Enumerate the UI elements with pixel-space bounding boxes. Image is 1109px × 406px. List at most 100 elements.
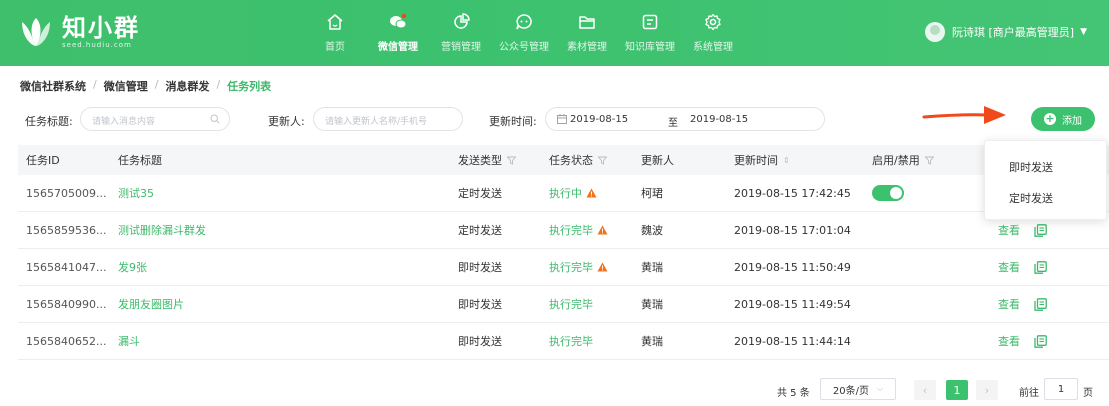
- breadcrumb-item[interactable]: 微信社群系统: [20, 78, 86, 94]
- view-link[interactable]: 查看: [998, 222, 1020, 238]
- date-from[interactable]: 2019-08-15: [570, 114, 628, 125]
- nav-item-system[interactable]: 系统管理: [683, 0, 743, 66]
- view-link[interactable]: 查看: [998, 296, 1020, 312]
- column-header-title: 任务标题: [118, 154, 162, 167]
- filter-icon[interactable]: [598, 156, 607, 165]
- warning-icon: [597, 262, 608, 272]
- copy-icon[interactable]: [1034, 260, 1047, 274]
- update-time: 2019-08-15 11:49:54: [734, 297, 851, 311]
- row-actions: 查看: [998, 323, 1047, 359]
- goto-page-input[interactable]: 1: [1044, 378, 1078, 400]
- task-title-link[interactable]: 漏斗: [118, 323, 140, 359]
- send-type: 即时发送: [458, 335, 502, 348]
- nav-item-official-account[interactable]: 公众号管理: [494, 0, 554, 66]
- enable-toggle[interactable]: [872, 185, 904, 201]
- pagination-total: 共 5 条: [777, 388, 810, 399]
- view-link[interactable]: 查看: [998, 333, 1020, 349]
- table-header: 任务ID 任务标题 发送类型 任务状态 更新人 更新时间 ⇕ 启用/禁用: [18, 145, 1109, 175]
- task-title-link[interactable]: 测试删除漏斗群发: [118, 212, 206, 248]
- updater-search-input[interactable]: 请输入更新人名称/手机号: [313, 107, 463, 131]
- column-header-updater: 更新人: [641, 154, 674, 167]
- breadcrumb-separator: /: [93, 78, 97, 91]
- brand-subtitle: seed.hudiu.com: [62, 40, 132, 49]
- updater: 黄瑞: [641, 335, 663, 348]
- user-name: 阮诗琪 [商户最高管理员]: [951, 26, 1075, 39]
- nav-item-marketing[interactable]: 营销管理: [431, 0, 491, 66]
- knowledge-icon: [642, 14, 658, 30]
- nav-item-home[interactable]: 首页: [305, 0, 365, 66]
- send-type: 定时发送: [458, 224, 502, 237]
- page-unit-label: 页: [1083, 388, 1093, 399]
- task-status: 执行完毕: [549, 298, 593, 311]
- task-title-link[interactable]: 测试35: [118, 175, 154, 211]
- column-header-status[interactable]: 任务状态: [549, 145, 607, 175]
- top-navbar: 知小群 seed.hudiu.com 首页 微信管理 营销管理 公众号管理 素材…: [0, 0, 1109, 66]
- title-search-placeholder: 请输入消息内容: [92, 117, 156, 127]
- table-row: 1565859536... 测试删除漏斗群发 定时发送 执行完毕 魏波 2019-08-1…: [18, 212, 1109, 249]
- nav-item-label: 公众号管理: [499, 42, 549, 53]
- table-row: 1565841047... 发9张 即时发送 执行完毕 黄瑞 2019-08-15 11:…: [18, 249, 1109, 286]
- add-button[interactable]: + 添加: [1031, 107, 1095, 131]
- copy-icon[interactable]: [1034, 297, 1047, 311]
- leaf-logo-icon: [22, 18, 50, 46]
- nav-item-label: 系统管理: [693, 42, 733, 53]
- nav-item-materials[interactable]: 素材管理: [557, 0, 617, 66]
- nav-item-label: 营销管理: [441, 42, 481, 53]
- column-header-id: 任务ID: [26, 154, 60, 167]
- row-actions: 查看: [998, 286, 1047, 322]
- date-to[interactable]: 2019-08-15: [690, 114, 748, 125]
- date-range-picker[interactable]: 2019-08-15 至 2019-08-15: [545, 107, 825, 131]
- table-row: 1565840990... 发朋友圈图片 即时发送 执行完毕 黄瑞 2019-08-15 …: [18, 286, 1109, 323]
- nav-item-label: 素材管理: [567, 42, 607, 53]
- copy-icon[interactable]: [1034, 223, 1047, 237]
- goto-label: 前往: [1019, 388, 1039, 399]
- page-number-button[interactable]: 1: [946, 380, 968, 400]
- caret-down-icon: ▼: [1080, 27, 1087, 37]
- official-account-icon: [516, 14, 532, 30]
- filter-icon[interactable]: [924, 156, 934, 165]
- nav-item-wechat[interactable]: 微信管理: [368, 0, 428, 66]
- chevron-left-icon: ‹: [922, 383, 928, 397]
- send-type: 即时发送: [458, 298, 502, 311]
- row-actions: 查看: [998, 249, 1047, 285]
- prev-page-button[interactable]: ‹: [914, 380, 936, 400]
- view-link[interactable]: 查看: [998, 259, 1020, 275]
- nav-item-label: 首页: [325, 42, 345, 53]
- updater-filter-label: 更新人:: [268, 115, 305, 128]
- wechat-icon: [390, 13, 407, 29]
- send-type: 即时发送: [458, 261, 502, 274]
- logo[interactable]: 知小群 seed.hudiu.com: [18, 12, 140, 52]
- folder-icon: [579, 16, 595, 29]
- add-dropdown-menu: 即时发送 定时发送: [984, 140, 1107, 220]
- warning-icon: [597, 225, 608, 235]
- updater: 柯珺: [641, 187, 663, 200]
- next-page-button[interactable]: ›: [976, 380, 998, 400]
- add-button-label: 添加: [1062, 115, 1082, 127]
- task-title-link[interactable]: 发9张: [118, 249, 147, 285]
- menu-item-instant-send[interactable]: 即时发送: [1009, 159, 1053, 175]
- user-menu[interactable]: 阮诗琪 [商户最高管理员] ▼: [924, 22, 1087, 42]
- column-header-update-time[interactable]: 更新时间 ⇕: [734, 145, 790, 175]
- breadcrumb-separator: /: [154, 78, 159, 91]
- menu-item-scheduled-send[interactable]: 定时发送: [1009, 190, 1053, 206]
- task-id: 1565841047...: [26, 260, 107, 274]
- brand-name: 知小群: [62, 13, 140, 42]
- copy-icon[interactable]: [1034, 334, 1047, 348]
- update-time: 2019-08-15 17:01:04: [734, 223, 851, 237]
- page-size-select[interactable]: 20条/页 ⌵: [820, 378, 896, 400]
- breadcrumb-item[interactable]: 消息群发: [165, 78, 209, 94]
- sort-icon[interactable]: ⇕: [783, 156, 790, 165]
- update-time: 2019-08-15 11:44:14: [734, 334, 851, 348]
- page-size-value: 20条/页: [832, 385, 869, 397]
- task-title-link[interactable]: 发朋友圈图片: [118, 286, 184, 322]
- filter-icon[interactable]: [507, 156, 516, 165]
- avatar: [924, 22, 945, 42]
- nav-item-knowledge[interactable]: 知识库管理: [620, 0, 680, 66]
- column-header-toggle[interactable]: 启用/禁用: [872, 145, 934, 175]
- task-id: 1565840652...: [26, 334, 107, 348]
- task-id: 1565705009...: [26, 186, 107, 200]
- breadcrumb-item[interactable]: 微信管理: [104, 78, 148, 94]
- task-status: 执行中: [549, 175, 597, 211]
- title-search-input[interactable]: 请输入消息内容: [80, 107, 230, 131]
- column-header-send-type[interactable]: 发送类型: [458, 145, 516, 175]
